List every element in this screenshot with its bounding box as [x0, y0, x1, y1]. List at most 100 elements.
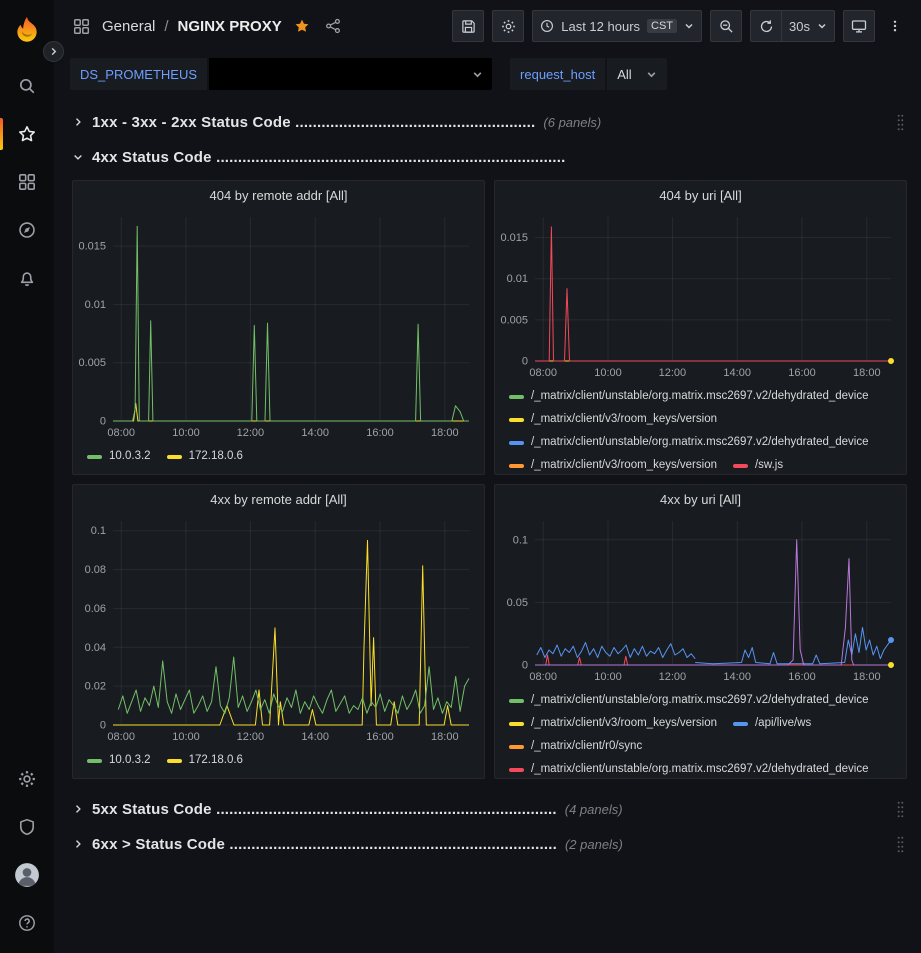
server-admin-shield-icon[interactable] [0, 803, 54, 851]
main-area: General / NGINX PROXY [54, 0, 921, 953]
time-range-picker[interactable]: Last 12 hours CST [532, 10, 702, 42]
legend-item[interactable]: 10.0.3.2 [87, 445, 151, 468]
panel-title[interactable]: 4xx by remote addr [All] [73, 485, 484, 513]
tv-mode-button[interactable] [843, 10, 875, 42]
legend-item[interactable]: /api/live/ws [733, 712, 811, 735]
request-host-variable-value: All [617, 67, 631, 82]
dashboards-icon[interactable] [0, 158, 54, 206]
save-dashboard-button[interactable] [452, 10, 484, 42]
legend-item[interactable]: 10.0.3.2 [87, 749, 151, 772]
series-label: /_matrix/client/v3/room_keys/version [531, 408, 717, 431]
search-icon[interactable] [0, 62, 54, 110]
row-panel-count: (6 panels) [543, 115, 601, 130]
configuration-gear-icon[interactable] [0, 755, 54, 803]
explore-compass-icon[interactable] [0, 206, 54, 254]
svg-text:10:00: 10:00 [172, 427, 200, 439]
series-color-mark [87, 455, 102, 459]
dashboard-title[interactable]: NGINX PROXY [178, 18, 282, 35]
svg-text:0: 0 [100, 416, 106, 428]
breadcrumb-separator: / [164, 18, 168, 35]
row-drag-handle-icon[interactable] [896, 113, 907, 131]
share-icon[interactable] [322, 18, 344, 34]
apps-grid-icon[interactable] [70, 18, 93, 35]
svg-text:0.1: 0.1 [91, 525, 106, 537]
row-drag-handle-icon[interactable] [896, 800, 907, 818]
legend-item[interactable]: /sw.js [733, 454, 783, 474]
legend-item[interactable]: /_matrix/client/unstable/org.matrix.msc2… [509, 758, 869, 778]
sidebar [0, 0, 54, 953]
panel-legend: 10.0.3.2 172.18.0.6 [73, 441, 484, 468]
chevron-down-icon [817, 21, 827, 31]
row-4xx[interactable]: 4xx Status Code ........................… [72, 142, 907, 172]
svg-text:0: 0 [522, 660, 528, 672]
more-options-kebab-icon[interactable] [883, 10, 907, 42]
chevron-right-icon [72, 838, 84, 850]
series-label: 10.0.3.2 [109, 445, 151, 468]
svg-text:14:00: 14:00 [723, 671, 751, 683]
starred-dashboards-icon[interactable] [0, 110, 54, 158]
panel-title[interactable]: 404 by remote addr [All] [73, 181, 484, 209]
series-color-mark [509, 768, 524, 772]
svg-text:18:00: 18:00 [853, 671, 881, 683]
row-title: 5xx Status Code ........................… [92, 801, 557, 818]
favorite-star-icon[interactable] [291, 18, 313, 34]
series-label: /_matrix/client/v3/room_keys/version [531, 712, 717, 735]
svg-text:0.1: 0.1 [513, 534, 528, 546]
series-label: /_matrix/client/unstable/org.matrix.msc2… [531, 385, 869, 408]
alerting-bell-icon[interactable] [0, 254, 54, 302]
panel-title[interactable]: 404 by uri [All] [495, 181, 906, 209]
time-series-plot[interactable]: 00.0050.010.01508:0010:0012:0014:0016:00… [73, 209, 483, 441]
legend-item[interactable]: /_matrix/client/v3/room_keys/version [509, 454, 717, 474]
sidebar-expand-button[interactable] [43, 41, 64, 62]
legend-item[interactable]: /_matrix/client/v3/room_keys/version [509, 712, 717, 735]
series-color-mark [509, 745, 524, 749]
template-variables-bar: DS_PROMETHEUS request_host All [54, 52, 921, 100]
datasource-variable-select[interactable] [209, 58, 492, 90]
row-5xx[interactable]: 5xx Status Code ........................… [72, 794, 907, 824]
svg-text:0.015: 0.015 [78, 241, 106, 253]
row-1xx-3xx-2xx[interactable]: 1xx - 3xx - 2xx Status Code ............… [72, 107, 907, 137]
user-avatar[interactable] [0, 851, 54, 899]
dashboard-settings-button[interactable] [492, 10, 524, 42]
panel-legend: /_matrix/client/unstable/org.matrix.msc2… [495, 381, 906, 474]
help-icon[interactable] [0, 899, 54, 947]
series-label: 172.18.0.6 [189, 445, 243, 468]
refresh-interval-dropdown[interactable]: 30s [782, 10, 835, 42]
datasource-variable-label: DS_PROMETHEUS [70, 58, 207, 90]
legend-item[interactable]: /_matrix/client/unstable/org.matrix.msc2… [509, 689, 869, 712]
legend-item[interactable]: /_matrix/client/r0/sync [509, 735, 642, 758]
chevron-right-icon [72, 116, 84, 128]
legend-item[interactable]: /_matrix/client/unstable/org.matrix.msc2… [509, 385, 869, 408]
time-series-plot[interactable]: 00.050.108:0010:0012:0014:0016:0018:00 [495, 513, 905, 685]
request-host-variable-select[interactable]: All [607, 58, 666, 90]
clock-icon [540, 19, 554, 33]
legend-item[interactable]: /_matrix/client/unstable/org.matrix.msc2… [509, 431, 869, 454]
series-color-mark [733, 464, 748, 468]
series-label: /sw.js [755, 454, 783, 474]
breadcrumb-folder[interactable]: General [102, 18, 155, 35]
legend-item[interactable]: 172.18.0.6 [167, 749, 243, 772]
time-range-label: Last 12 hours [561, 19, 640, 34]
refresh-group: 30s [750, 10, 835, 42]
time-series-plot[interactable]: 00.0050.010.01508:0010:0012:0014:0016:00… [495, 209, 905, 381]
legend-item[interactable]: 172.18.0.6 [167, 445, 243, 468]
series-color-mark [509, 464, 524, 468]
legend-item[interactable]: /_matrix/client/v3/room_keys/version [509, 408, 717, 431]
panel-4xx-by-remote-addr: 4xx by remote addr [All]00.020.040.060.0… [72, 484, 485, 779]
series-color-mark [167, 759, 182, 763]
series-color-mark [509, 418, 524, 422]
row-drag-handle-icon[interactable] [896, 835, 907, 853]
panel-title[interactable]: 4xx by uri [All] [495, 485, 906, 513]
panel-grid: 404 by remote addr [All] 00.0050.010.0150… [72, 180, 907, 779]
chevron-down-icon [684, 21, 694, 31]
svg-text:10:00: 10:00 [172, 731, 200, 743]
svg-text:08:00: 08:00 [107, 427, 135, 439]
datasource-variable: DS_PROMETHEUS [70, 58, 492, 90]
zoom-out-button[interactable] [710, 10, 742, 42]
svg-text:14:00: 14:00 [723, 367, 751, 379]
refresh-button[interactable] [750, 10, 782, 42]
time-series-plot[interactable]: 00.020.040.060.080.108:0010:0012:0014:00… [73, 513, 483, 745]
svg-text:0.05: 0.05 [507, 597, 528, 609]
series-color-mark [509, 395, 524, 399]
row-6xx[interactable]: 6xx > Status Code ......................… [72, 829, 907, 859]
